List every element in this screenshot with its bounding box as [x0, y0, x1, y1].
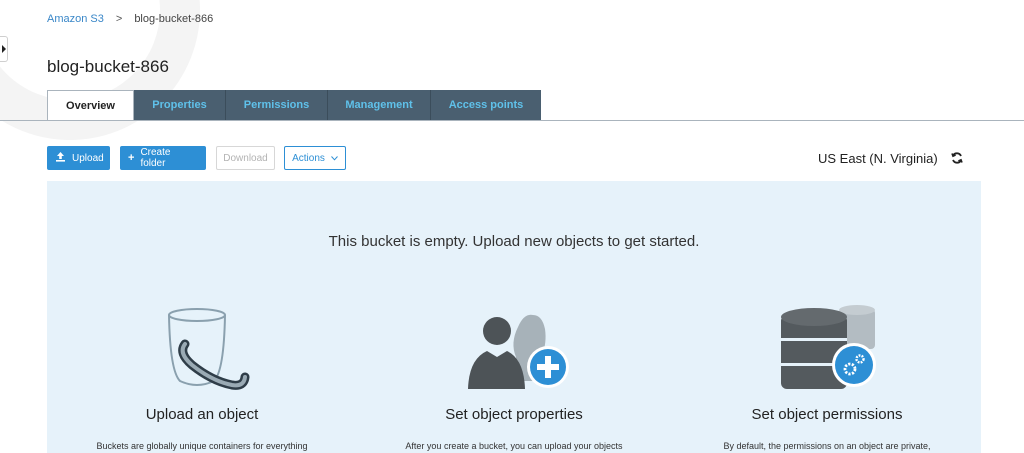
breadcrumb-chevron-icon: > [115, 13, 123, 25]
plus-icon: + [128, 152, 135, 164]
tab-overview[interactable]: Overview [47, 90, 134, 121]
feature-title: Set object properties [445, 406, 583, 423]
bucket-tabs: Overview Properties Permissions Manageme… [47, 90, 541, 121]
tab-properties[interactable]: Properties [134, 90, 226, 120]
tab-permissions[interactable]: Permissions [226, 90, 328, 120]
chevron-down-icon [331, 154, 338, 163]
breadcrumb-root-link[interactable]: Amazon S3 [47, 13, 104, 25]
download-button[interactable]: Download [216, 146, 275, 170]
database-gear-icon [677, 301, 977, 391]
page-title: blog-bucket-866 [47, 57, 169, 76]
caret-right-icon [1, 45, 6, 53]
feature-description: After you create a bucket, you can uploa… [405, 441, 623, 451]
region-selector[interactable]: US East (N. Virginia) [818, 151, 938, 166]
bucket-icon [52, 301, 352, 391]
feature-upload-object: Upload an object Buckets are globally un… [52, 301, 352, 451]
sidebar-expand-toggle[interactable] [0, 36, 8, 62]
feature-description: Buckets are globally unique containers f… [96, 441, 308, 451]
s3-bucket-overview-page: Amazon S3 > blog-bucket-866 blog-bucket-… [0, 0, 1024, 453]
actions-dropdown-label: Actions [292, 152, 325, 164]
tab-divider [0, 120, 1024, 121]
refresh-icon[interactable] [950, 151, 964, 165]
feature-set-permissions: Set object permissions By default, the p… [677, 301, 977, 451]
actions-dropdown[interactable]: Actions [284, 146, 346, 170]
empty-bucket-panel: This bucket is empty. Upload new objects… [47, 181, 981, 453]
feature-description: By default, the permissions on an object… [723, 441, 931, 451]
feature-title: Set object permissions [751, 406, 903, 423]
empty-bucket-message: This bucket is empty. Upload new objects… [328, 233, 700, 250]
users-add-icon [364, 301, 664, 391]
tab-management[interactable]: Management [328, 90, 431, 120]
upload-button-label: Upload [72, 152, 104, 164]
upload-icon [55, 151, 66, 165]
feature-title: Upload an object [145, 406, 259, 423]
breadcrumb-current: blog-bucket-866 [134, 13, 214, 25]
upload-button[interactable]: Upload [47, 146, 110, 170]
toolbar: Upload + Create folder Download Actions [47, 146, 346, 170]
breadcrumb: Amazon S3 > blog-bucket-866 [47, 13, 213, 25]
feature-set-properties: Set object properties After you create a… [364, 301, 664, 451]
create-folder-button[interactable]: + Create folder [120, 146, 206, 170]
tab-access-points[interactable]: Access points [431, 90, 541, 120]
create-folder-button-label: Create folder [140, 147, 171, 169]
